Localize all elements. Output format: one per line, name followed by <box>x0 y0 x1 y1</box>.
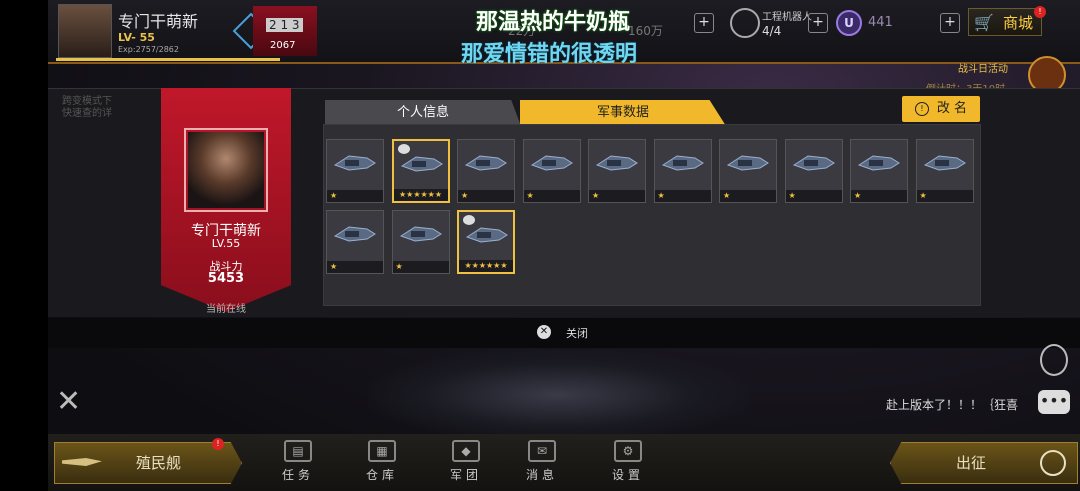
left-black-bar <box>0 0 48 491</box>
nav-task[interactable]: ▤ 任务 <box>270 440 326 486</box>
warship-icon <box>333 150 377 176</box>
tools-icon[interactable]: ✕ <box>56 384 81 419</box>
ship-stars: ★ <box>654 190 711 202</box>
ship-stars: ★ <box>785 190 842 202</box>
tab-personal-info[interactable]: 个人信息 <box>325 100 521 126</box>
task-icon: ▤ <box>284 440 312 462</box>
close-icon[interactable]: ✕ <box>537 325 551 339</box>
background-hint-2: 快速查的详 <box>62 108 112 119</box>
ship-stars: ★★★★★★ <box>393 189 448 201</box>
tab-military-data[interactable]: 军事数据 <box>520 100 726 126</box>
rank-value: 2067 <box>270 40 296 51</box>
ship-slot[interactable]: ★ <box>719 139 777 203</box>
chat-message: 赴上版本了！！！｛狂喜 <box>886 398 1019 412</box>
info-icon: ! <box>914 102 929 116</box>
warship-icon <box>333 221 377 247</box>
warship-icon <box>530 150 574 176</box>
warship-icon <box>595 150 639 176</box>
ship-stars: ★★★★★★ <box>459 260 513 272</box>
ship-slot[interactable]: ★ <box>850 139 908 203</box>
add-resource-button[interactable]: + <box>694 13 714 33</box>
warship-icon <box>857 150 901 176</box>
warship-icon <box>399 221 443 247</box>
settings-icon: ⚙ <box>614 440 642 462</box>
profile-level: LV.55 <box>211 237 241 250</box>
ship-slot[interactable]: ★ <box>326 210 384 274</box>
lyric-line-2: 那爱情错的很透明 <box>461 42 638 67</box>
deploy-label: 出征 <box>956 454 987 472</box>
ship-stars: ★ <box>523 190 580 202</box>
cart-icon: 🛒 <box>974 13 994 32</box>
event-label: 战斗日活动 <box>958 64 1008 75</box>
ship-slot[interactable]: ★★★★★★ <box>391 139 450 203</box>
power-value: 5453 <box>207 271 245 286</box>
ship-tag-icon <box>397 144 410 154</box>
player-avatar[interactable] <box>58 4 112 58</box>
ship-stars: ★ <box>720 190 776 202</box>
rank-digits: 2 1 3 <box>266 18 303 32</box>
warship-icon <box>792 150 836 176</box>
ship-slot[interactable]: ★★★★★★ <box>457 210 515 274</box>
nav-message[interactable]: ✉ 消息 <box>514 440 570 486</box>
warship-icon <box>400 151 444 177</box>
exp-bar <box>56 58 280 61</box>
commander-portrait <box>188 132 264 208</box>
nav-warehouse[interactable]: ▦ 仓库 <box>354 440 410 486</box>
ship-slot[interactable]: ★ <box>522 139 581 203</box>
ship-stars: ★ <box>327 261 383 273</box>
shop-badge: ! <box>1034 6 1046 18</box>
ship-stars: ★ <box>916 190 973 202</box>
nav-settings[interactable]: ⚙ 设置 <box>600 440 656 486</box>
ship-stars: ★ <box>851 190 907 202</box>
ship-tag-icon <box>463 215 475 225</box>
ship-stars: ★ <box>392 261 449 273</box>
u-currency-value: 441 <box>868 15 893 30</box>
ship-slot[interactable]: ★ <box>653 139 712 203</box>
warship-icon <box>726 150 770 176</box>
close-bar[interactable] <box>48 318 1080 348</box>
engineer-count: 4/4 <box>762 24 782 38</box>
warship-icon <box>923 150 967 176</box>
warship-icon <box>661 150 705 176</box>
ship-slot[interactable]: ★ <box>915 139 974 203</box>
warship-icon <box>464 150 508 176</box>
ship-stars: ★ <box>589 190 645 202</box>
nav-legion[interactable]: ◆ 军团 <box>438 440 494 486</box>
crosshair-icon <box>1040 450 1066 476</box>
ship-slot[interactable]: ★ <box>457 139 515 203</box>
close-label[interactable]: 关闭 <box>566 325 588 341</box>
engineer-label: 工程机器人 <box>762 12 812 23</box>
player-level: LV- 55 <box>118 31 155 44</box>
colony-ship-label: 殖民舰 <box>136 454 182 472</box>
space-station <box>368 350 748 440</box>
warship-icon <box>465 222 509 248</box>
ship-slot[interactable]: ★ <box>326 139 384 203</box>
lyric-line-1: 那温热的牛奶瓶 <box>476 10 631 35</box>
legion-icon: ◆ <box>452 440 480 462</box>
ship-stars: ★ <box>458 190 514 202</box>
ship-slot[interactable]: ★ <box>391 210 450 274</box>
colony-badge: ! <box>212 438 224 450</box>
ship-stars: ★ <box>327 190 383 202</box>
add-currency-button[interactable]: + <box>940 13 960 33</box>
ship-slot[interactable]: ★ <box>784 139 843 203</box>
chat-icon[interactable]: ••• <box>1038 390 1070 414</box>
game-screen: 专门干萌新 LV- 55 Exp:2757/2862 2 1 3 2067 22… <box>48 0 1080 491</box>
friend-icon[interactable] <box>1040 344 1068 376</box>
u-currency-icon: U <box>836 10 862 36</box>
rename-label: 改 名 <box>936 101 968 116</box>
message-icon: ✉ <box>528 440 556 462</box>
player-exp: Exp:2757/2862 <box>118 45 179 54</box>
rename-button[interactable]: ! 改 名 <box>902 96 980 122</box>
add-engineer-button[interactable]: + <box>808 13 828 33</box>
warehouse-icon: ▦ <box>368 440 396 462</box>
engineer-robot-icon <box>730 8 760 38</box>
player-name: 专门干萌新 <box>118 12 199 31</box>
online-status: 当前在线 <box>206 304 246 315</box>
ship-slot[interactable]: ★ <box>588 139 646 203</box>
